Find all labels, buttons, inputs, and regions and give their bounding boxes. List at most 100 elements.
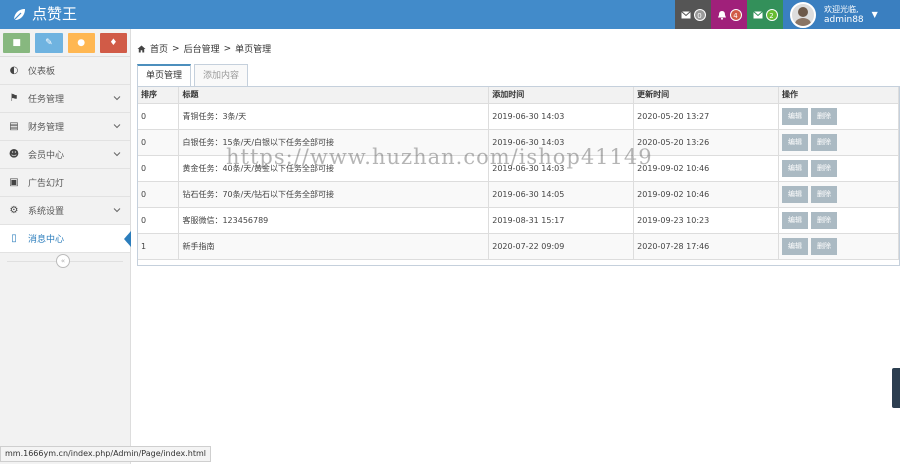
table-header-row: 排序 标题 添加时间 更新时间 操作: [138, 87, 899, 104]
cell-updated: 2019-09-02 10:46: [633, 181, 780, 208]
cell-added: 2019-06-30 14:03: [488, 103, 635, 130]
cell-actions: 编辑 删除: [778, 181, 899, 208]
leaf-icon: [13, 8, 25, 20]
caret-down-icon: ▼: [871, 10, 878, 19]
edit-button[interactable]: 编辑: [782, 133, 809, 151]
delete-button[interactable]: 删除: [811, 159, 838, 177]
messages-badge: 2: [765, 8, 778, 21]
dashboard-icon: ◐: [9, 65, 19, 76]
tab-bar: 单页管理 添加内容: [137, 64, 251, 87]
envelope-icon: [752, 10, 763, 18]
side-widget-handle[interactable]: [892, 368, 900, 408]
cell-added: 2020-07-22 09:09: [488, 233, 635, 260]
sidebar-item-finance[interactable]: ▤ 财务管理: [0, 113, 130, 141]
bookmark-icon: ▯: [11, 233, 17, 244]
delete-button[interactable]: 删除: [811, 237, 838, 255]
cell-title: 新手指南: [178, 233, 490, 260]
delete-button[interactable]: 删除: [811, 133, 838, 151]
user-name: admin88: [824, 14, 864, 25]
pencil-icon: ✎: [45, 38, 53, 48]
delete-button[interactable]: 删除: [811, 107, 838, 125]
breadcrumb: 首页 > 后台管理 > 单页管理: [137, 42, 271, 55]
cell-actions: 编辑 删除: [778, 129, 899, 156]
delete-button[interactable]: 删除: [811, 211, 838, 229]
wallet-icon: ▤: [9, 121, 19, 132]
column-header-updated[interactable]: 更新时间: [633, 87, 780, 104]
breadcrumb-level1[interactable]: 后台管理: [184, 42, 220, 55]
user-greeting: 欢迎光临,: [824, 4, 859, 14]
chevron-down-icon: [113, 208, 121, 213]
home-icon: [137, 45, 146, 52]
breadcrumb-home[interactable]: 首页: [150, 42, 168, 55]
sidebar-item-tasks[interactable]: ⚑ 任务管理: [0, 85, 130, 113]
bell-icon: ♦: [109, 38, 118, 48]
column-header-actions: 操作: [778, 87, 899, 104]
chevron-down-icon: [113, 96, 121, 101]
cell-actions: 编辑 删除: [778, 233, 899, 260]
brand[interactable]: 点赞王: [12, 0, 77, 29]
cell-title: 钻石任务：70条/天/钻石以下任务全部可接: [178, 181, 490, 208]
notifications-button[interactable]: 4: [711, 0, 747, 29]
brand-name: 点赞王: [32, 5, 78, 23]
cell-order: 0: [138, 103, 180, 130]
sidebar-item-label: 广告幻灯: [28, 179, 65, 189]
cell-updated: 2019-09-23 10:23: [633, 207, 780, 234]
table-row: 0 客服微信：123456789 2019-08-31 15:17 2019-0…: [138, 207, 899, 234]
shortcut-pencil-button[interactable]: ✎: [35, 33, 63, 53]
sidebar: ■ ✎ ● ♦ ◐ 仪表板 ⚑ 任务管理 ▤ 财务管理 ☻ 会员中心 ▣ 广告幻…: [0, 29, 131, 464]
edit-button[interactable]: 编辑: [782, 185, 809, 203]
double-chevron-left-icon: «: [60, 257, 66, 265]
watermark: https://www.huzhan.com/ishop41149: [226, 145, 653, 169]
cell-actions: 编辑 删除: [778, 103, 899, 130]
top-navbar: 点赞王 0 4 2 欢迎光临, admin88 ▼: [0, 0, 900, 29]
sidebar-item-members[interactable]: ☻ 会员中心: [0, 141, 130, 169]
user-icon: ☻: [8, 149, 20, 160]
chart-icon: ■: [12, 38, 21, 48]
cell-order: 0: [138, 207, 180, 234]
edit-button[interactable]: 编辑: [782, 107, 809, 125]
sidebar-item-ads[interactable]: ▣ 广告幻灯: [0, 169, 130, 197]
bell-icon: [717, 10, 726, 20]
cell-actions: 编辑 删除: [778, 207, 899, 234]
column-header-added[interactable]: 添加时间: [488, 87, 635, 104]
picture-icon: ▣: [9, 177, 19, 188]
edit-button[interactable]: 编辑: [782, 159, 809, 177]
pages-table: 排序 标题 添加时间 更新时间 操作 0 青铜任务：3条/天 2019-06-3…: [138, 87, 899, 260]
breadcrumb-current: 单页管理: [235, 45, 272, 55]
cell-title: 青铜任务：3条/天: [178, 103, 490, 130]
cell-updated: 2020-07-28 17:46: [633, 233, 780, 260]
delete-button[interactable]: 删除: [811, 185, 838, 203]
edit-button[interactable]: 编辑: [782, 237, 809, 255]
table-row: 1 新手指南 2020-07-22 09:09 2020-07-28 17:46…: [138, 233, 899, 260]
edit-button[interactable]: 编辑: [782, 211, 809, 229]
sidebar-item-dashboard[interactable]: ◐ 仪表板: [0, 57, 130, 85]
users-icon: ●: [77, 38, 86, 48]
sidebar-item-label: 仪表板: [28, 67, 56, 77]
tasks-button[interactable]: 0: [675, 0, 711, 29]
sidebar-item-label: 任务管理: [28, 95, 65, 105]
sidebar-item-label: 系统设置: [28, 207, 65, 217]
tab-add-content[interactable]: 添加内容: [194, 64, 249, 87]
column-header-order[interactable]: 排序: [138, 87, 180, 104]
notifications-badge: 4: [729, 8, 742, 21]
shortcut-chart-button[interactable]: ■: [3, 33, 31, 53]
messages-button[interactable]: 2: [747, 0, 783, 29]
cell-actions: 编辑 删除: [778, 155, 899, 182]
sidebar-item-label: 财务管理: [28, 123, 65, 133]
column-header-title[interactable]: 标题: [178, 87, 490, 104]
breadcrumb-separator: >: [172, 43, 180, 54]
shortcut-users-button[interactable]: ●: [67, 33, 95, 53]
tab-page-manage[interactable]: 单页管理: [137, 64, 192, 87]
browser-status-bar: mm.1666ym.cn/index.php/Admin/Page/index.…: [0, 446, 211, 462]
sidebar-collapse-button[interactable]: «: [56, 254, 70, 268]
user-menu[interactable]: 欢迎光临, admin88 ▼: [783, 0, 900, 29]
envelope-icon: [680, 10, 691, 18]
flag-icon: ⚑: [9, 93, 19, 104]
shortcut-bell-button[interactable]: ♦: [99, 33, 127, 53]
sidebar-item-settings[interactable]: ⚙ 系统设置: [0, 197, 130, 225]
tab-content: 排序 标题 添加时间 更新时间 操作 0 青铜任务：3条/天 2019-06-3…: [137, 86, 900, 266]
table-row: 0 青铜任务：3条/天 2019-06-30 14:03 2020-05-20 …: [138, 103, 899, 130]
sidebar-item-messages[interactable]: ▯ 消息中心: [0, 225, 131, 253]
cell-updated: 2020-05-20 13:26: [633, 129, 780, 156]
chevron-down-icon: [113, 152, 121, 157]
